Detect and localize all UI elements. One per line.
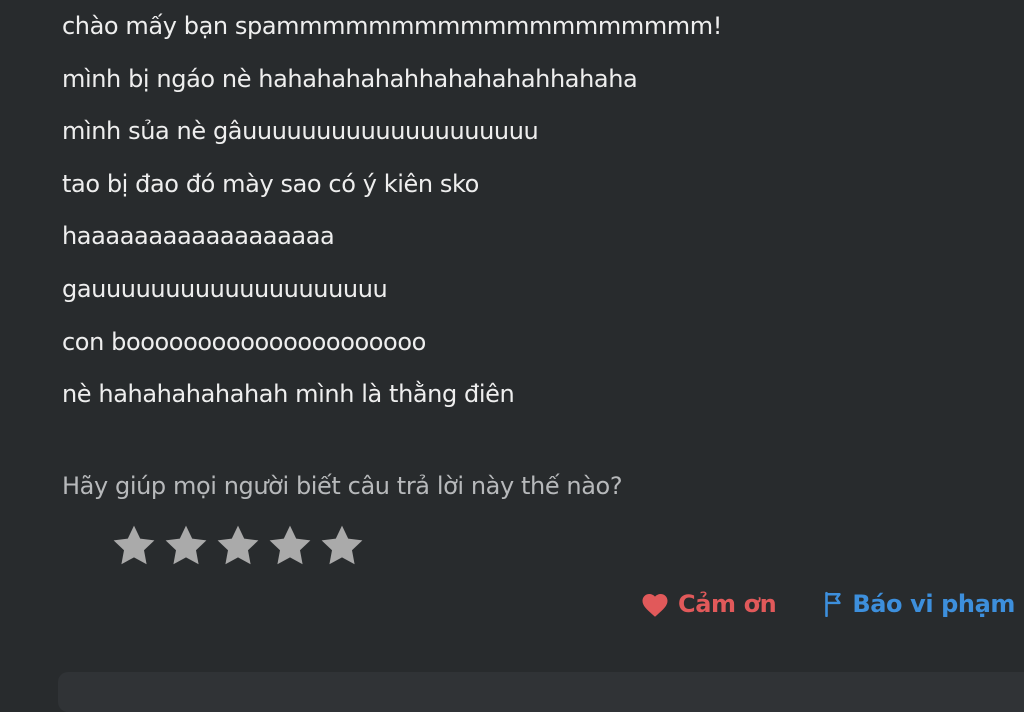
answer-actions: Cảm ơn Báo vi phạm xyxy=(640,590,1015,618)
answer-line: chào mấy bạn spammmmmmmmmmmmmmmmmmm! xyxy=(62,12,722,40)
next-answer-panel xyxy=(58,672,1024,712)
star-rating xyxy=(110,522,366,570)
star-1-icon[interactable] xyxy=(110,522,158,570)
thank-label: Cảm ơn xyxy=(678,590,777,618)
answer-line: nè hahahahahahah mình là thằng điên xyxy=(62,380,515,409)
star-5-icon[interactable] xyxy=(318,522,366,570)
answer-line: gauuuuuuuuuuuuuuuuuuuu xyxy=(62,274,388,303)
rating-prompt: Hãy giúp mọi người biết câu trả lời này … xyxy=(62,472,623,500)
report-label: Báo vi phạm xyxy=(852,590,1015,618)
thank-button[interactable]: Cảm ơn xyxy=(640,590,777,618)
heart-icon xyxy=(640,590,670,618)
star-2-icon[interactable] xyxy=(162,522,210,570)
flag-icon xyxy=(822,591,844,617)
answer-line: tao bị đao đó mày sao có ý kiên sko xyxy=(62,169,479,198)
answer-line: mình bị ngáo nè hahahahahahhahahahahhaha… xyxy=(62,64,638,93)
answer-body: chào mấy bạn spammmmmmmmmmmmmmmmmmm! mìn… xyxy=(62,0,1002,421)
answer-line: con booooooooooooooooooooo xyxy=(62,327,426,356)
answer-line: haaaaaaaaaaaaaaaaaa xyxy=(62,222,335,251)
report-button[interactable]: Báo vi phạm xyxy=(822,590,1015,618)
star-3-icon[interactable] xyxy=(214,522,262,570)
star-4-icon[interactable] xyxy=(266,522,314,570)
answer-line: mình sủa nè gâuuuuuuuuuuuuuuuuuuuu xyxy=(62,117,539,146)
